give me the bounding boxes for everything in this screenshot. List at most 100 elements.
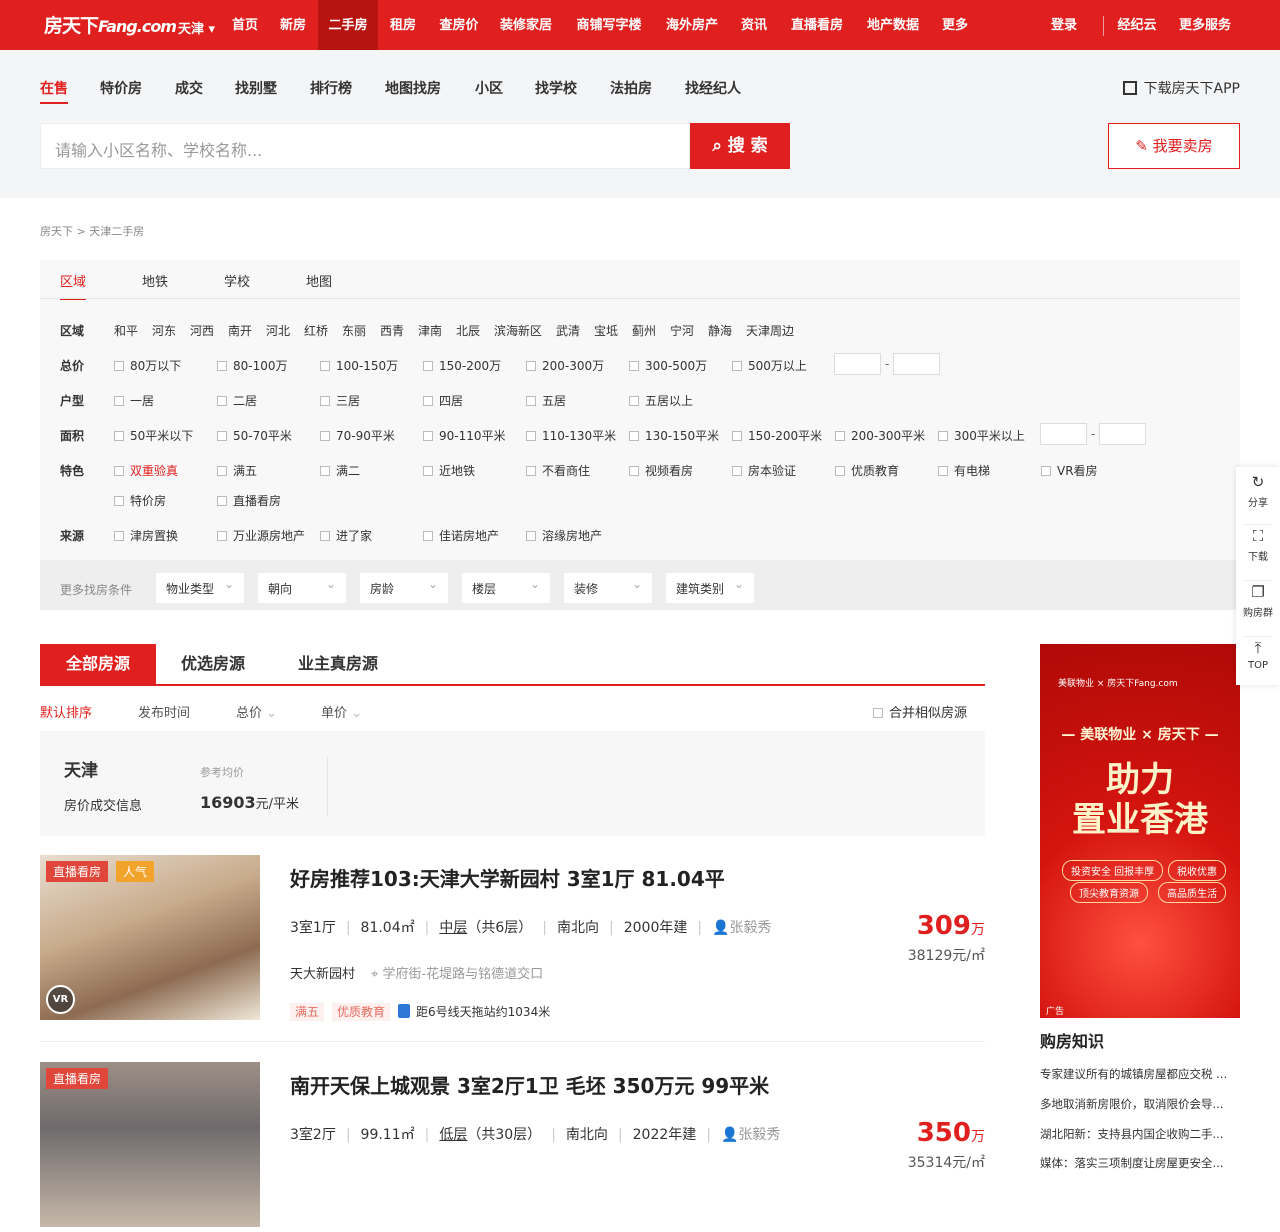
- agent-name[interactable]: 张毅秀: [730, 920, 772, 936]
- checkbox[interactable]: [629, 466, 639, 476]
- listing-card[interactable]: 直播看房 南开天保上城观景 3室2厅1卫 毛坯 350万元 99平米 3室2厅 |…: [40, 1062, 985, 1232]
- price-option[interactable]: 500万以上: [732, 357, 807, 374]
- price-info-link[interactable]: 房价成交信息: [64, 795, 142, 814]
- area-option[interactable]: 150-200平米: [732, 427, 822, 444]
- area-option[interactable]: 90-110平米: [423, 427, 506, 444]
- age-dropdown[interactable]: 房龄: [360, 573, 448, 603]
- district-option[interactable]: 武清: [556, 322, 580, 339]
- feature-option[interactable]: 双重验真: [114, 462, 178, 479]
- sort-publish-time[interactable]: 发布时间: [138, 702, 190, 721]
- feature-option[interactable]: VR看房: [1041, 462, 1098, 479]
- source-option[interactable]: 万业源房地产: [217, 527, 305, 544]
- tab-owner-listings[interactable]: 业主真房源: [276, 644, 400, 684]
- nav-home[interactable]: 首页: [222, 0, 268, 50]
- checkbox[interactable]: [423, 431, 433, 441]
- checkbox[interactable]: [526, 466, 536, 476]
- feature-option[interactable]: 特价房: [114, 492, 166, 509]
- checkbox[interactable]: [320, 431, 330, 441]
- source-option[interactable]: 津房置换: [114, 527, 178, 544]
- feature-option[interactable]: 视频看房: [629, 462, 693, 479]
- checkbox[interactable]: [629, 431, 639, 441]
- ad-banner[interactable]: 美联物业 × 房天下Fang.com — 美联物业 × 房天下 — 助力 置业香港…: [1040, 644, 1240, 1018]
- checkbox[interactable]: [526, 361, 536, 371]
- sort-total-price[interactable]: 总价 ⌄: [236, 702, 277, 721]
- checkbox[interactable]: [732, 466, 742, 476]
- nav-second-hand[interactable]: 二手房: [318, 0, 378, 50]
- price-option[interactable]: 300-500万: [629, 357, 707, 374]
- price-option[interactable]: 100-150万: [320, 357, 398, 374]
- filter-tab-school[interactable]: 学校: [224, 271, 250, 290]
- listing-photo[interactable]: 直播看房: [40, 1062, 260, 1227]
- nav-new-house[interactable]: 新房: [270, 0, 316, 50]
- nav-data[interactable]: 地产数据: [858, 0, 928, 50]
- checkbox[interactable]: [732, 361, 742, 371]
- site-logo[interactable]: 房天下Fang.com: [44, 11, 177, 38]
- layout-option[interactable]: 五居以上: [629, 392, 693, 409]
- city-selector[interactable]: 天津 ▾: [178, 18, 215, 37]
- area-option[interactable]: 130-150平米: [629, 427, 719, 444]
- feature-option[interactable]: 直播看房: [217, 492, 281, 509]
- feature-option[interactable]: 房本验证: [732, 462, 796, 479]
- filter-tab-district[interactable]: 区域: [60, 271, 87, 300]
- district-option[interactable]: 蓟州: [632, 322, 656, 339]
- orientation-dropdown[interactable]: 朝向: [258, 573, 346, 603]
- area-option[interactable]: 50-70平米: [217, 427, 292, 444]
- building-type-dropdown[interactable]: 建筑类别: [666, 573, 754, 603]
- checkbox[interactable]: [217, 431, 227, 441]
- more-services-link[interactable]: 更多服务: [1172, 0, 1238, 50]
- tab-agent[interactable]: 找经纪人: [685, 78, 741, 98]
- checkbox[interactable]: [423, 396, 433, 406]
- filter-tab-subway[interactable]: 地铁: [142, 271, 168, 290]
- listing-card[interactable]: 直播看房 人气 VR 好房推荐103:天津大学新园村 3室1厅 81.04平 3…: [40, 855, 985, 1025]
- tab-community[interactable]: 小区: [475, 78, 503, 98]
- sort-default[interactable]: 默认排序: [40, 702, 92, 721]
- checkbox[interactable]: [217, 396, 227, 406]
- filter-tab-map[interactable]: 地图: [306, 271, 332, 290]
- district-option[interactable]: 滨海新区: [494, 322, 542, 339]
- tab-auction[interactable]: 法拍房: [610, 78, 652, 98]
- tab-all-listings[interactable]: 全部房源: [40, 644, 156, 684]
- layout-option[interactable]: 三居: [320, 392, 360, 409]
- checkbox[interactable]: [423, 531, 433, 541]
- district-option[interactable]: 河北: [266, 322, 290, 339]
- checkbox[interactable]: [217, 361, 227, 371]
- knowledge-item[interactable]: 多地取消新房限价，取消限价会导...: [1040, 1096, 1240, 1112]
- nav-news[interactable]: 资讯: [732, 0, 776, 50]
- checkbox[interactable]: [114, 466, 124, 476]
- price-option[interactable]: 200-300万: [526, 357, 604, 374]
- price-max-input[interactable]: [893, 353, 940, 375]
- property-type-dropdown[interactable]: 物业类型: [156, 573, 244, 603]
- district-option[interactable]: 和平: [114, 322, 138, 339]
- login-link[interactable]: 登录: [1044, 0, 1084, 50]
- district-option[interactable]: 河西: [190, 322, 214, 339]
- area-option[interactable]: 300平米以上: [938, 427, 1025, 444]
- tab-deals[interactable]: 成交: [175, 78, 203, 98]
- checkbox[interactable]: [1041, 466, 1051, 476]
- nav-rent[interactable]: 租房: [380, 0, 426, 50]
- tab-ranking[interactable]: 排行榜: [310, 78, 352, 98]
- decoration-dropdown[interactable]: 装修: [564, 573, 652, 603]
- checkbox[interactable]: [114, 531, 124, 541]
- feature-option[interactable]: 优质教育: [835, 462, 899, 479]
- breadcrumb[interactable]: 房天下 > 天津二手房: [40, 223, 144, 239]
- listing-title[interactable]: 南开天保上城观景 3室2厅1卫 毛坯 350万元 99平米: [290, 1070, 769, 1099]
- sort-unit-price[interactable]: 单价 ⌄: [321, 702, 362, 721]
- tab-on-sale[interactable]: 在售: [40, 78, 68, 104]
- listing-title[interactable]: 好房推荐103:天津大学新园村 3室1厅 81.04平: [290, 863, 725, 892]
- checkbox[interactable]: [320, 466, 330, 476]
- feature-option[interactable]: 满二: [320, 462, 360, 479]
- area-option[interactable]: 50平米以下: [114, 427, 193, 444]
- price-option[interactable]: 80-100万: [217, 357, 288, 374]
- merge-similar-checkbox[interactable]: 合并相似房源: [873, 702, 967, 721]
- tab-map-search[interactable]: 地图找房: [385, 78, 441, 98]
- checkbox[interactable]: [732, 431, 742, 441]
- district-option[interactable]: 宝坻: [594, 322, 618, 339]
- layout-option[interactable]: 四居: [423, 392, 463, 409]
- feature-option[interactable]: 不看商住: [526, 462, 590, 479]
- checkbox[interactable]: [835, 466, 845, 476]
- knowledge-item[interactable]: 专家建议所有的城镇房屋都应交税 ...: [1040, 1066, 1240, 1082]
- area-max-input[interactable]: [1099, 423, 1146, 445]
- tab-school[interactable]: 找学校: [535, 78, 577, 98]
- price-min-input[interactable]: [834, 353, 881, 375]
- feature-option[interactable]: 有电梯: [938, 462, 990, 479]
